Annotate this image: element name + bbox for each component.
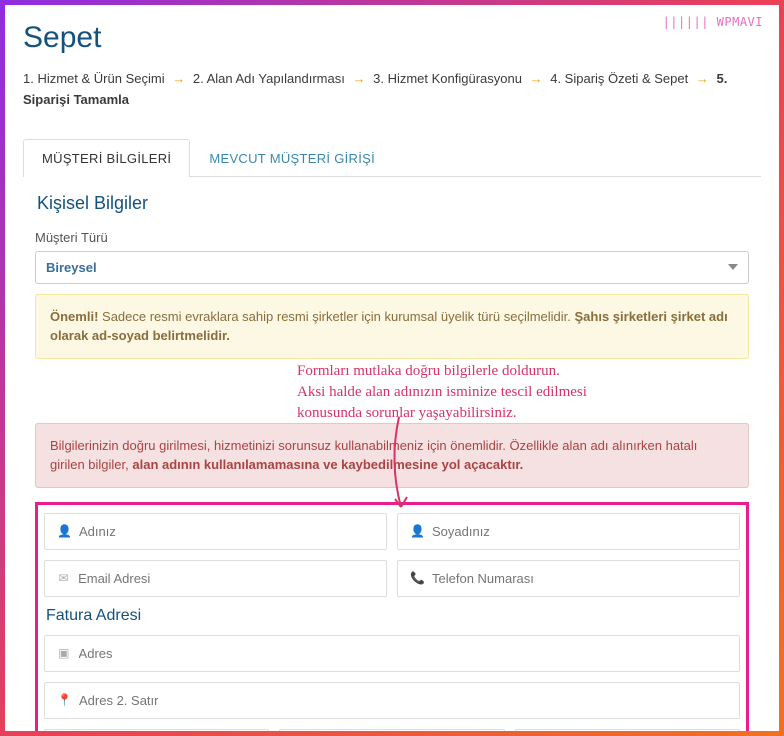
user-icon: 👤 <box>57 524 71 538</box>
breadcrumb: 1. Hizmet & Ürün Seçimi → 2. Alan Adı Ya… <box>23 69 761 111</box>
lastname-field[interactable]: 👤 <box>397 513 740 550</box>
step-3[interactable]: 3. Hizmet Konfigürasyonu <box>373 71 522 86</box>
annotation-line: Formları mutlaka doğru bilgilerle doldur… <box>297 361 587 382</box>
annotation-arrow-icon <box>379 407 419 517</box>
annotation-line: Aksi halde alan adınızın isminize tescil… <box>297 382 587 403</box>
phone-input[interactable] <box>432 571 727 586</box>
city-field[interactable]: ▣ <box>44 729 269 731</box>
arrow-icon: → <box>530 71 543 86</box>
address-input[interactable] <box>79 646 727 661</box>
arrow-icon: → <box>172 71 185 86</box>
lastname-input[interactable] <box>432 524 727 539</box>
tabs: MÜŞTERİ BİLGİLERİ MEVCUT MÜŞTERİ GİRİŞİ <box>23 139 761 177</box>
form-highlight: 👤 👤 ✉ 📞 Fatura Adresi <box>35 502 749 731</box>
annotation-text: Formları mutlaka doğru bilgilerle doldur… <box>297 361 587 424</box>
phone-field[interactable]: 📞 <box>397 560 740 597</box>
phone-icon: 📞 <box>410 571 424 585</box>
personal-heading: Kişisel Bilgiler <box>37 193 747 214</box>
address2-field[interactable]: 📍 <box>44 682 740 719</box>
pin-icon: 📍 <box>57 693 71 707</box>
annotation-line: konusunda sorunlar yaşayabilirsiniz. <box>297 403 587 424</box>
arrow-icon: → <box>696 71 709 86</box>
building-icon: ▣ <box>57 646 71 660</box>
alert-strong: Önemli! <box>50 309 98 324</box>
district-field[interactable]: 🗺 <box>279 729 504 731</box>
address-field[interactable]: ▣ <box>44 635 740 672</box>
address2-input[interactable] <box>79 693 727 708</box>
mail-icon: ✉ <box>57 571 70 585</box>
firstname-input[interactable] <box>79 524 374 539</box>
customer-type-label: Müşteri Türü <box>35 230 749 245</box>
page-title: Sepet <box>23 21 761 55</box>
email-field[interactable]: ✉ <box>44 560 387 597</box>
customer-type-select[interactable]: Bireysel <box>35 251 749 284</box>
watermark: |||||| WPMAVI <box>663 15 763 29</box>
arrow-icon: → <box>352 71 365 86</box>
step-4[interactable]: 4. Sipariş Özeti & Sepet <box>550 71 688 86</box>
billing-heading: Fatura Adresi <box>46 607 740 625</box>
firstname-field[interactable]: 👤 <box>44 513 387 550</box>
chevron-down-icon <box>728 264 738 270</box>
alert-text: Sadece resmi evraklara sahip resmi şirke… <box>98 309 574 324</box>
tab-customer-info[interactable]: MÜŞTERİ BİLGİLERİ <box>23 139 190 177</box>
user-icon: 👤 <box>410 524 424 538</box>
alert-important: Önemli! Sadece resmi evraklara sahip res… <box>35 294 749 359</box>
step-1[interactable]: 1. Hizmet & Ürün Seçimi <box>23 71 165 86</box>
step-2[interactable]: 2. Alan Adı Yapılandırması <box>193 71 345 86</box>
tab-existing-login[interactable]: MEVCUT MÜŞTERİ GİRİŞİ <box>190 139 394 177</box>
email-input[interactable] <box>78 571 374 586</box>
postcode-field[interactable]: ● <box>515 729 740 731</box>
customer-type-value: Bireysel <box>46 260 97 275</box>
alert-warning-strong: alan adının kullanılamamasına ve kaybedi… <box>132 457 523 472</box>
